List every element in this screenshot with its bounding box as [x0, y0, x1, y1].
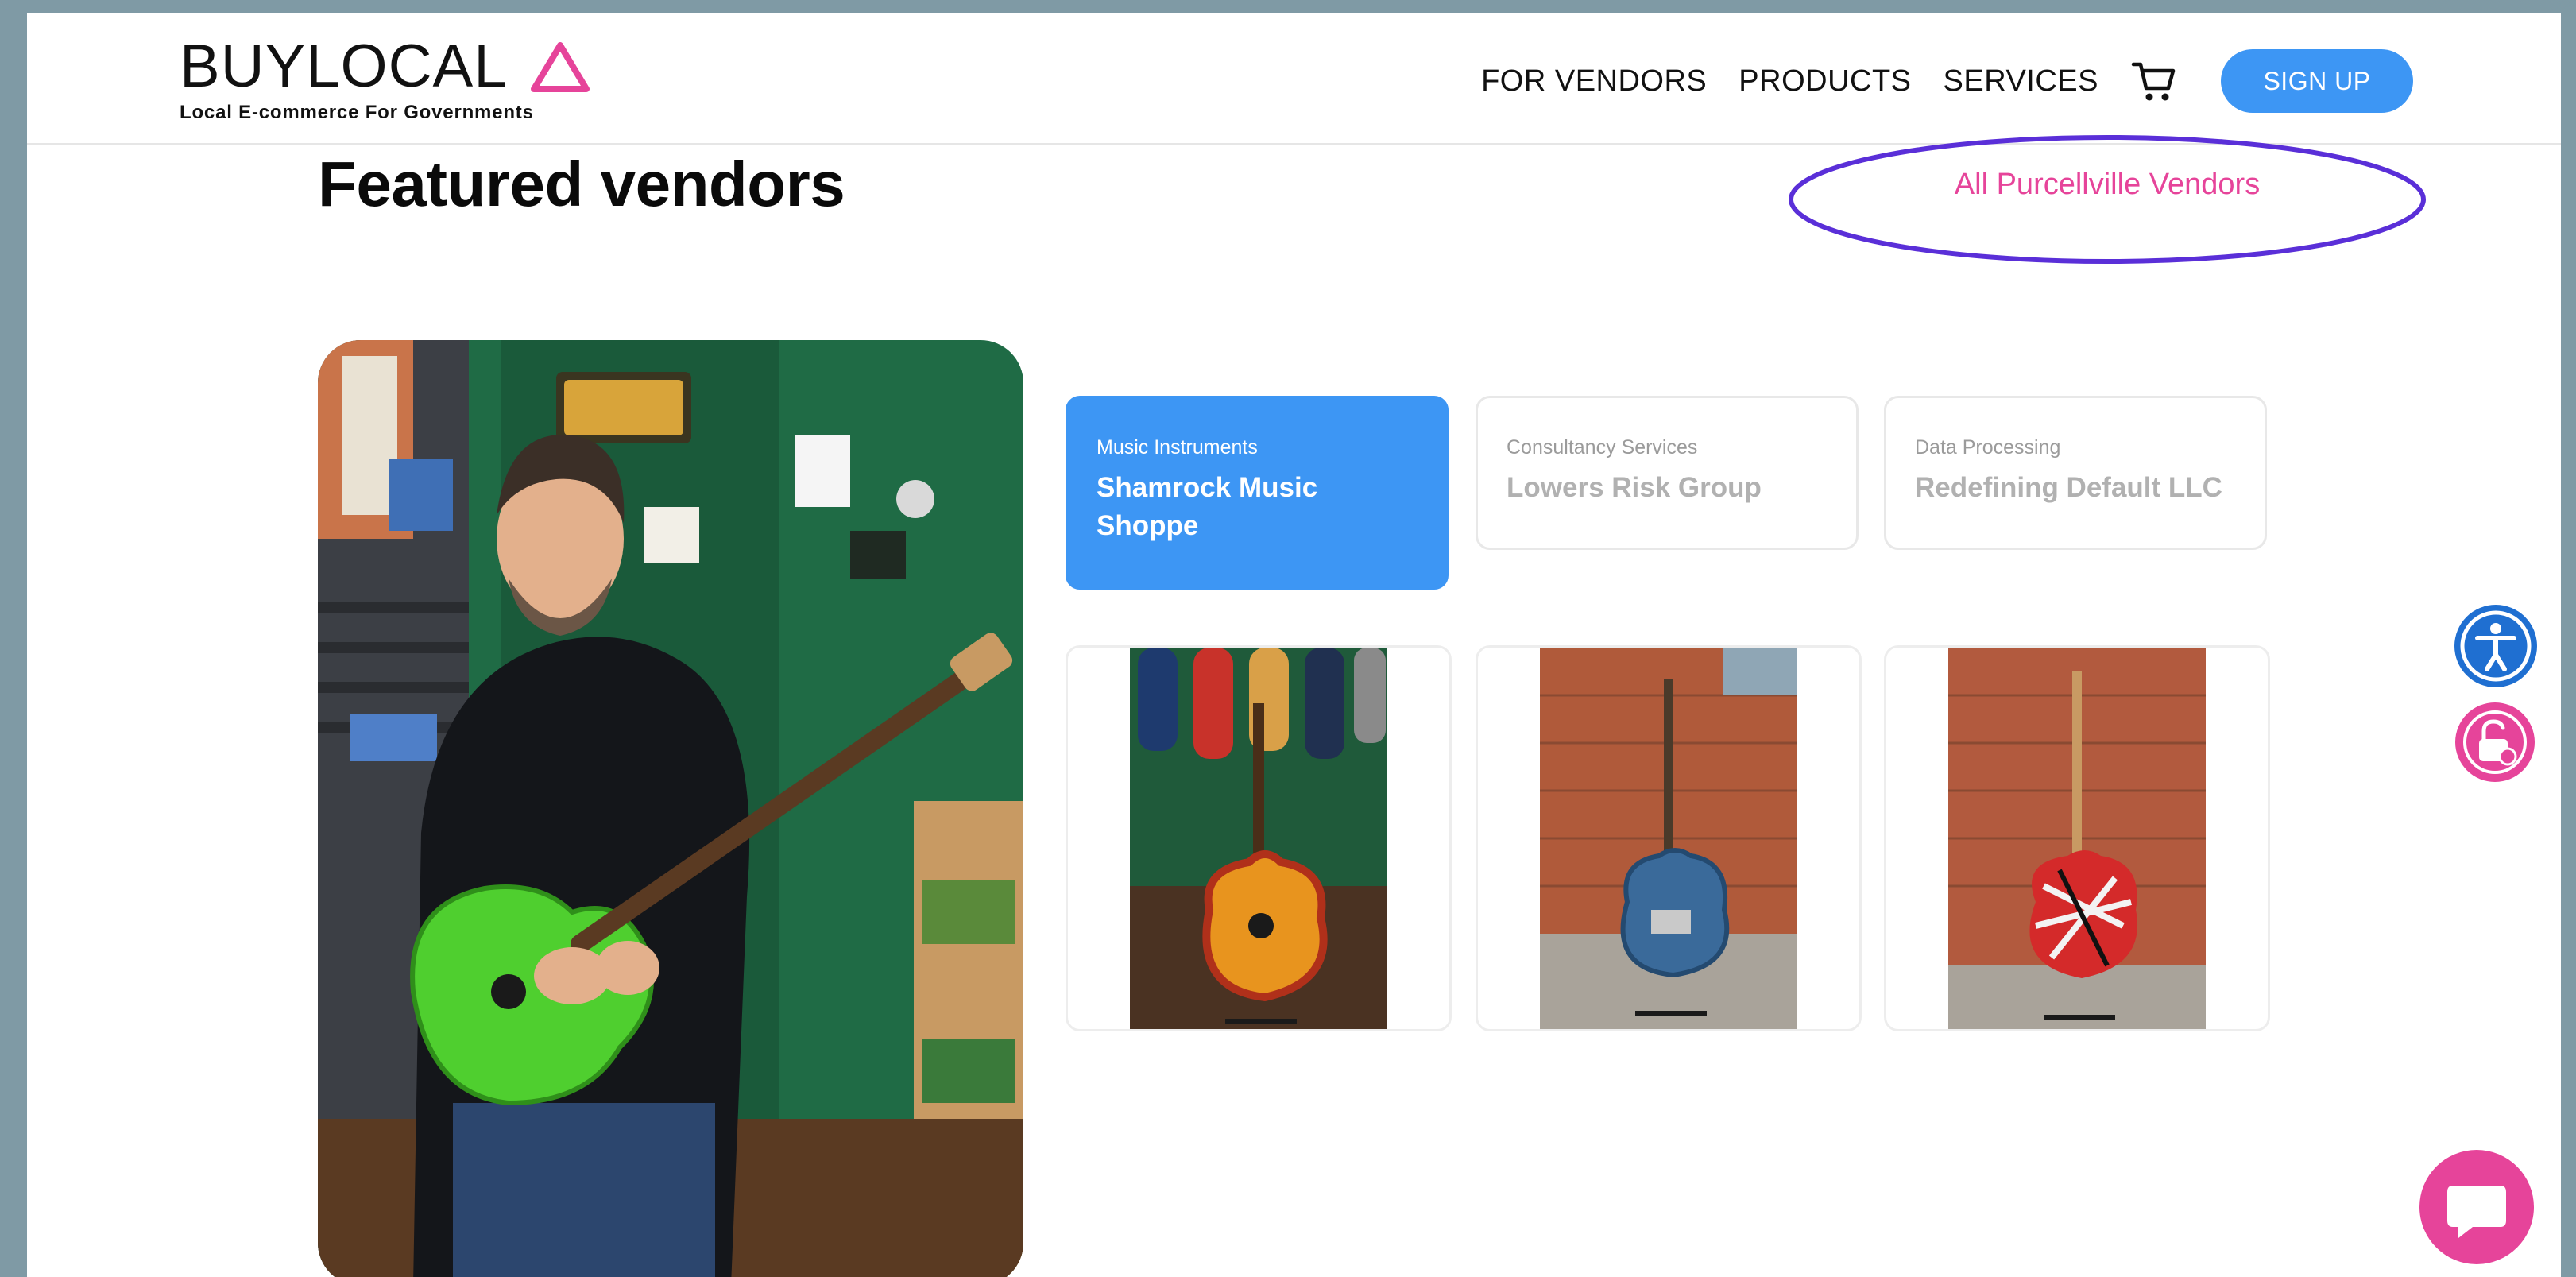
blue-guitar-image [1540, 648, 1797, 1029]
logo-tagline: Local E-commerce For Governments [180, 102, 534, 123]
section-title: Featured vendors [318, 149, 845, 219]
nav-services[interactable]: SERVICES [1944, 64, 2098, 99]
product-tile-2[interactable] [1476, 645, 1862, 1031]
nav-products[interactable]: PRODUCTS [1739, 64, 1911, 99]
triangle-logo-icon [530, 42, 590, 92]
signup-button[interactable]: SIGN UP [2221, 49, 2413, 113]
browser-viewport: BUYLOCAL Local E-commerce For Government… [27, 13, 2561, 1277]
vendor-name: Lowers Risk Group [1507, 472, 1762, 503]
site-header: BUYLOCAL Local E-commerce For Government… [27, 13, 2561, 145]
accessibility-button[interactable] [2452, 602, 2539, 690]
chat-bubble-icon [2419, 1150, 2534, 1264]
vendor-category: Music Instruments [1097, 436, 1258, 459]
featured-vendor-photo [318, 340, 1023, 1277]
vendor-card-redefining-default[interactable]: Data Processing Redefining Default LLC [1884, 396, 2267, 550]
vendor-category: Data Processing [1915, 436, 2061, 459]
striped-guitar-image [1948, 648, 2206, 1029]
vendor-card-shamrock[interactable]: Music Instruments Shamrock Music Shoppe [1066, 396, 1449, 590]
nav-for-vendors[interactable]: FOR VENDORS [1481, 64, 1707, 99]
accessibility-icon [2454, 605, 2537, 687]
site-logo[interactable]: BUYLOCAL Local E-commerce For Government… [180, 35, 590, 124]
product-tile-3[interactable] [1884, 645, 2270, 1031]
all-vendors-highlight: All Purcellville Vendors [1785, 132, 2429, 267]
privacy-button[interactable] [2454, 701, 2536, 784]
chat-button[interactable] [2417, 1147, 2536, 1267]
sunburst-guitar-image [1130, 648, 1387, 1029]
vendor-card-lowers-risk[interactable]: Consultancy Services Lowers Risk Group [1476, 396, 1859, 550]
all-vendors-link[interactable]: All Purcellville Vendors [1785, 168, 2429, 202]
vendor-category: Consultancy Services [1507, 436, 1698, 459]
vendor-name: Shamrock Music Shoppe [1097, 472, 1318, 541]
vendor-owner-photo [318, 340, 1023, 1277]
product-tile-1[interactable] [1066, 645, 1452, 1031]
vendor-name: Redefining Default LLC [1915, 472, 2222, 503]
main-nav: FOR VENDORS PRODUCTS SERVICES SIGN UP [1481, 49, 2413, 113]
cart-icon[interactable] [2130, 58, 2178, 104]
logo-text: BUYLOCAL [180, 33, 509, 100]
unlock-shield-icon [2455, 702, 2535, 782]
